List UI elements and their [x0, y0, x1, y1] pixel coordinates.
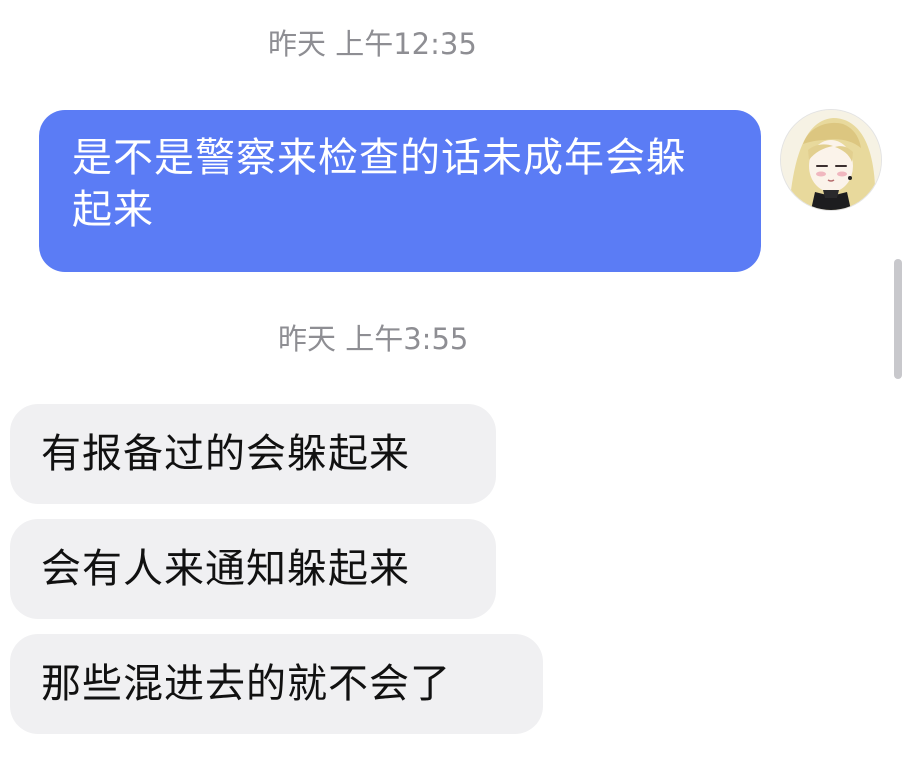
- timestamp: 昨天 上午3:55: [278, 322, 469, 356]
- avatar[interactable]: [781, 110, 881, 210]
- chat-conversation[interactable]: 昨天 上午12:35 是不是警察来检查的话未成年会躲起来 昨天 上午3:55 有…: [0, 0, 912, 768]
- incoming-message-bubble[interactable]: 有报备过的会躲起来: [10, 404, 496, 504]
- incoming-message-bubble[interactable]: 那些混进去的就不会了: [10, 634, 543, 734]
- scrollbar[interactable]: [894, 259, 902, 379]
- outgoing-message-bubble[interactable]: 是不是警察来检查的话未成年会躲起来: [39, 110, 761, 272]
- timestamp: 昨天 上午12:35: [268, 27, 477, 61]
- anime-girl-avatar-icon: [781, 110, 881, 210]
- incoming-message-bubble[interactable]: 会有人来通知躲起来: [10, 519, 496, 619]
